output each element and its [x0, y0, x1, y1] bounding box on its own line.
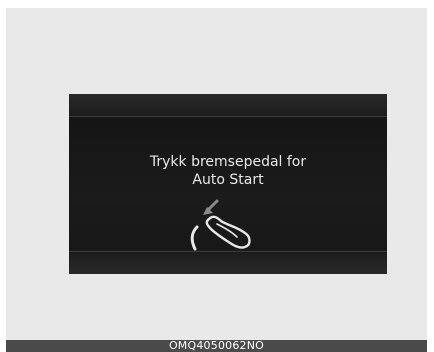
- display-message-panel: Trykk bremsepedal for Auto Start: [69, 117, 387, 251]
- message-line-1: Trykk bremsepedal for: [149, 154, 307, 170]
- figure-code: OMQ4050062NO: [6, 340, 427, 352]
- brake-pedal-foot-icon: [190, 199, 251, 251]
- cluster-display: Trykk bremsepedal for Auto Start: [69, 94, 387, 274]
- press-arrow-icon: [203, 199, 219, 215]
- display-message: Trykk bremsepedal for Auto Start: [69, 153, 387, 189]
- pedal-arc-icon: [190, 225, 199, 251]
- figure-frame: Trykk bremsepedal for Auto Start: [6, 8, 427, 340]
- foot-icon: [205, 215, 251, 249]
- display-bottom-bar: [69, 251, 387, 274]
- message-line-2: Auto Start: [192, 172, 264, 188]
- display-top-bar: [69, 94, 387, 117]
